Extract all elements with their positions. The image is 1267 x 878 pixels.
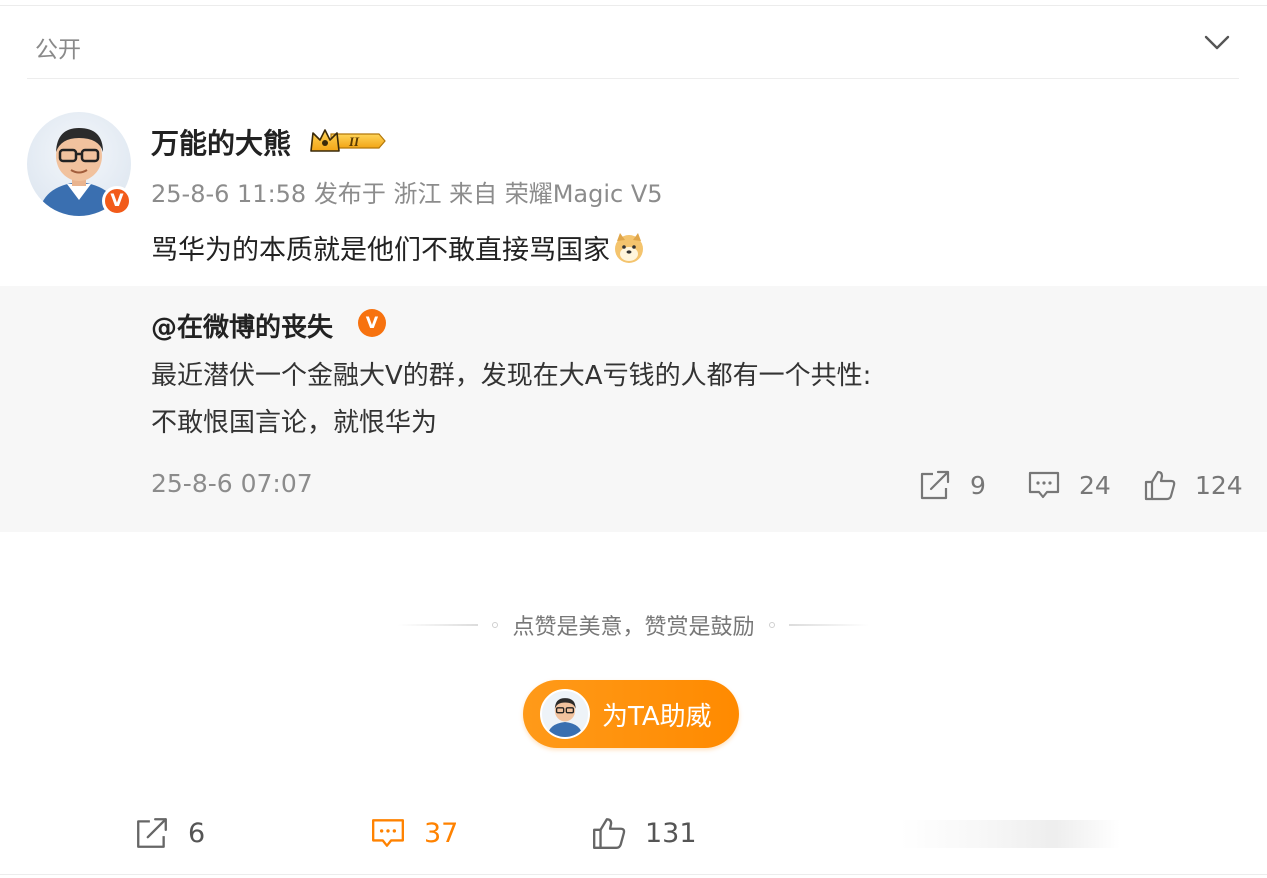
blurred-overlay (900, 820, 1120, 848)
chevron-down-icon[interactable] (1202, 30, 1232, 54)
repost-share-button[interactable]: 9 (918, 466, 986, 504)
share-button[interactable]: 6 (134, 812, 205, 854)
post-meta: 25-8-6 11:58 发布于 浙江 来自 荣耀Magic V5 (151, 180, 663, 208)
support-button[interactable]: 为TA助威 (523, 680, 739, 748)
original-time: 25-8-6 07:07 (151, 469, 313, 498)
author-name[interactable]: 万能的大熊 (151, 122, 291, 162)
divider-dot (492, 622, 499, 628)
divider-left (398, 624, 479, 626)
divider-right (788, 624, 869, 626)
encourage-row: 点赞是美意，赞赏是鼓励 (0, 610, 1267, 640)
divider-dot (768, 622, 775, 628)
thumbs-up-icon (1144, 470, 1176, 501)
repost-comment-button[interactable]: 24 (1027, 466, 1111, 504)
like-count: 124 (1195, 470, 1243, 500)
like-count: 131 (645, 817, 697, 849)
share-count: 9 (970, 470, 986, 500)
original-author[interactable]: @在微博的丧失 (151, 307, 333, 344)
member-level-badge-icon[interactable]: II (309, 125, 387, 157)
doge-emoji-icon (612, 231, 646, 265)
comment-count: 24 (1079, 470, 1111, 500)
bottom-divider (0, 874, 1267, 875)
share-icon (920, 470, 950, 500)
visibility-label: 公开 (35, 37, 81, 63)
original-text-line-2: 不敢恨国言论，就恨华为 (151, 408, 438, 438)
encourage-text: 点赞是美意，赞赏是鼓励 (512, 615, 755, 640)
share-count: 6 (188, 817, 206, 849)
comment-button[interactable]: 37 (370, 812, 458, 854)
comment-icon (372, 819, 404, 847)
verified-badge-icon: V (358, 309, 386, 337)
header-divider (27, 78, 1239, 79)
thumbs-up-icon (593, 818, 626, 849)
share-icon (137, 818, 167, 848)
comment-icon (1028, 471, 1060, 499)
level-badge-text: II (348, 134, 360, 149)
like-button[interactable]: 131 (591, 812, 697, 854)
post-body: 骂华为的本质就是他们不敢直接骂国家 (151, 235, 610, 266)
repost-like-button[interactable]: 124 (1143, 466, 1243, 504)
avatar (540, 689, 590, 739)
post-text: 骂华为的本质就是他们不敢直接骂国家 (151, 228, 646, 267)
top-divider (0, 5, 1267, 6)
comment-count: 37 (424, 817, 459, 849)
support-button-label: 为TA助威 (602, 701, 712, 732)
original-text-line-1: 最近潜伏一个金融大V的群，发现在大A亏钱的人都有一个共性: (151, 361, 872, 391)
verified-badge-icon: V (102, 186, 132, 216)
